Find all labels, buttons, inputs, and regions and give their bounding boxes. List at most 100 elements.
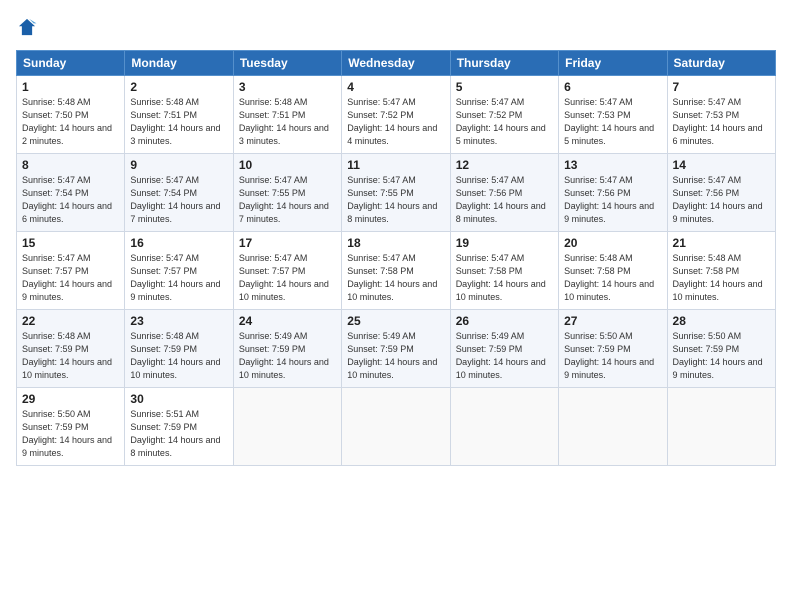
- day-info: Sunrise: 5:47 AM Sunset: 7:54 PM Dayligh…: [130, 174, 227, 226]
- day-cell: 17 Sunrise: 5:47 AM Sunset: 7:57 PM Dayl…: [233, 232, 341, 310]
- day-number: 12: [456, 158, 553, 172]
- day-number: 4: [347, 80, 444, 94]
- day-info: Sunrise: 5:47 AM Sunset: 7:57 PM Dayligh…: [239, 252, 336, 304]
- logo: [16, 16, 42, 38]
- day-cell: 7 Sunrise: 5:47 AM Sunset: 7:53 PM Dayli…: [667, 76, 775, 154]
- day-number: 2: [130, 80, 227, 94]
- day-number: 22: [22, 314, 119, 328]
- day-info: Sunrise: 5:47 AM Sunset: 7:56 PM Dayligh…: [456, 174, 553, 226]
- day-cell: 11 Sunrise: 5:47 AM Sunset: 7:55 PM Dayl…: [342, 154, 450, 232]
- day-number: 16: [130, 236, 227, 250]
- day-info: Sunrise: 5:47 AM Sunset: 7:52 PM Dayligh…: [456, 96, 553, 148]
- day-info: Sunrise: 5:49 AM Sunset: 7:59 PM Dayligh…: [456, 330, 553, 382]
- day-number: 1: [22, 80, 119, 94]
- day-number: 29: [22, 392, 119, 406]
- day-number: 13: [564, 158, 661, 172]
- day-info: Sunrise: 5:47 AM Sunset: 7:58 PM Dayligh…: [456, 252, 553, 304]
- week-row-2: 8 Sunrise: 5:47 AM Sunset: 7:54 PM Dayli…: [17, 154, 776, 232]
- day-cell: [559, 388, 667, 466]
- day-number: 3: [239, 80, 336, 94]
- day-cell: 5 Sunrise: 5:47 AM Sunset: 7:52 PM Dayli…: [450, 76, 558, 154]
- day-number: 18: [347, 236, 444, 250]
- day-number: 6: [564, 80, 661, 94]
- day-info: Sunrise: 5:51 AM Sunset: 7:59 PM Dayligh…: [130, 408, 227, 460]
- day-cell: 18 Sunrise: 5:47 AM Sunset: 7:58 PM Dayl…: [342, 232, 450, 310]
- day-cell: 12 Sunrise: 5:47 AM Sunset: 7:56 PM Dayl…: [450, 154, 558, 232]
- day-info: Sunrise: 5:47 AM Sunset: 7:55 PM Dayligh…: [239, 174, 336, 226]
- day-number: 14: [673, 158, 770, 172]
- day-cell: 16 Sunrise: 5:47 AM Sunset: 7:57 PM Dayl…: [125, 232, 233, 310]
- day-cell: 19 Sunrise: 5:47 AM Sunset: 7:58 PM Dayl…: [450, 232, 558, 310]
- day-info: Sunrise: 5:49 AM Sunset: 7:59 PM Dayligh…: [239, 330, 336, 382]
- day-info: Sunrise: 5:48 AM Sunset: 7:59 PM Dayligh…: [22, 330, 119, 382]
- day-info: Sunrise: 5:47 AM Sunset: 7:57 PM Dayligh…: [22, 252, 119, 304]
- day-number: 10: [239, 158, 336, 172]
- day-info: Sunrise: 5:47 AM Sunset: 7:52 PM Dayligh…: [347, 96, 444, 148]
- day-number: 11: [347, 158, 444, 172]
- day-cell: 21 Sunrise: 5:48 AM Sunset: 7:58 PM Dayl…: [667, 232, 775, 310]
- day-cell: 4 Sunrise: 5:47 AM Sunset: 7:52 PM Dayli…: [342, 76, 450, 154]
- day-cell: 27 Sunrise: 5:50 AM Sunset: 7:59 PM Dayl…: [559, 310, 667, 388]
- day-number: 27: [564, 314, 661, 328]
- day-number: 20: [564, 236, 661, 250]
- day-info: Sunrise: 5:47 AM Sunset: 7:53 PM Dayligh…: [673, 96, 770, 148]
- day-number: 8: [22, 158, 119, 172]
- day-info: Sunrise: 5:48 AM Sunset: 7:59 PM Dayligh…: [130, 330, 227, 382]
- header-cell-sunday: Sunday: [17, 51, 125, 76]
- day-info: Sunrise: 5:48 AM Sunset: 7:51 PM Dayligh…: [239, 96, 336, 148]
- day-number: 23: [130, 314, 227, 328]
- day-info: Sunrise: 5:50 AM Sunset: 7:59 PM Dayligh…: [564, 330, 661, 382]
- day-cell: 1 Sunrise: 5:48 AM Sunset: 7:50 PM Dayli…: [17, 76, 125, 154]
- day-number: 26: [456, 314, 553, 328]
- day-cell: 2 Sunrise: 5:48 AM Sunset: 7:51 PM Dayli…: [125, 76, 233, 154]
- day-cell: 28 Sunrise: 5:50 AM Sunset: 7:59 PM Dayl…: [667, 310, 775, 388]
- day-cell: [233, 388, 341, 466]
- week-row-5: 29 Sunrise: 5:50 AM Sunset: 7:59 PM Dayl…: [17, 388, 776, 466]
- week-row-4: 22 Sunrise: 5:48 AM Sunset: 7:59 PM Dayl…: [17, 310, 776, 388]
- day-cell: 22 Sunrise: 5:48 AM Sunset: 7:59 PM Dayl…: [17, 310, 125, 388]
- day-number: 15: [22, 236, 119, 250]
- day-cell: 25 Sunrise: 5:49 AM Sunset: 7:59 PM Dayl…: [342, 310, 450, 388]
- day-number: 5: [456, 80, 553, 94]
- day-cell: 3 Sunrise: 5:48 AM Sunset: 7:51 PM Dayli…: [233, 76, 341, 154]
- day-info: Sunrise: 5:47 AM Sunset: 7:56 PM Dayligh…: [673, 174, 770, 226]
- day-cell: 15 Sunrise: 5:47 AM Sunset: 7:57 PM Dayl…: [17, 232, 125, 310]
- day-cell: 23 Sunrise: 5:48 AM Sunset: 7:59 PM Dayl…: [125, 310, 233, 388]
- day-cell: 29 Sunrise: 5:50 AM Sunset: 7:59 PM Dayl…: [17, 388, 125, 466]
- day-number: 28: [673, 314, 770, 328]
- day-info: Sunrise: 5:47 AM Sunset: 7:55 PM Dayligh…: [347, 174, 444, 226]
- day-info: Sunrise: 5:47 AM Sunset: 7:58 PM Dayligh…: [347, 252, 444, 304]
- day-info: Sunrise: 5:48 AM Sunset: 7:50 PM Dayligh…: [22, 96, 119, 148]
- header: [16, 16, 776, 38]
- header-cell-saturday: Saturday: [667, 51, 775, 76]
- calendar-body: 1 Sunrise: 5:48 AM Sunset: 7:50 PM Dayli…: [17, 76, 776, 466]
- day-number: 25: [347, 314, 444, 328]
- day-info: Sunrise: 5:47 AM Sunset: 7:56 PM Dayligh…: [564, 174, 661, 226]
- day-cell: 14 Sunrise: 5:47 AM Sunset: 7:56 PM Dayl…: [667, 154, 775, 232]
- week-row-3: 15 Sunrise: 5:47 AM Sunset: 7:57 PM Dayl…: [17, 232, 776, 310]
- week-row-1: 1 Sunrise: 5:48 AM Sunset: 7:50 PM Dayli…: [17, 76, 776, 154]
- header-cell-wednesday: Wednesday: [342, 51, 450, 76]
- day-cell: [450, 388, 558, 466]
- day-number: 9: [130, 158, 227, 172]
- header-cell-monday: Monday: [125, 51, 233, 76]
- day-info: Sunrise: 5:47 AM Sunset: 7:53 PM Dayligh…: [564, 96, 661, 148]
- day-cell: [342, 388, 450, 466]
- day-cell: 10 Sunrise: 5:47 AM Sunset: 7:55 PM Dayl…: [233, 154, 341, 232]
- header-row: SundayMondayTuesdayWednesdayThursdayFrid…: [17, 51, 776, 76]
- day-info: Sunrise: 5:47 AM Sunset: 7:54 PM Dayligh…: [22, 174, 119, 226]
- day-cell: 26 Sunrise: 5:49 AM Sunset: 7:59 PM Dayl…: [450, 310, 558, 388]
- day-cell: 6 Sunrise: 5:47 AM Sunset: 7:53 PM Dayli…: [559, 76, 667, 154]
- logo-icon: [16, 16, 38, 38]
- day-info: Sunrise: 5:48 AM Sunset: 7:51 PM Dayligh…: [130, 96, 227, 148]
- header-cell-friday: Friday: [559, 51, 667, 76]
- page: SundayMondayTuesdayWednesdayThursdayFrid…: [0, 0, 792, 612]
- day-number: 24: [239, 314, 336, 328]
- day-info: Sunrise: 5:47 AM Sunset: 7:57 PM Dayligh…: [130, 252, 227, 304]
- day-info: Sunrise: 5:48 AM Sunset: 7:58 PM Dayligh…: [564, 252, 661, 304]
- header-cell-thursday: Thursday: [450, 51, 558, 76]
- day-number: 7: [673, 80, 770, 94]
- calendar-table: SundayMondayTuesdayWednesdayThursdayFrid…: [16, 50, 776, 466]
- day-cell: 24 Sunrise: 5:49 AM Sunset: 7:59 PM Dayl…: [233, 310, 341, 388]
- day-number: 19: [456, 236, 553, 250]
